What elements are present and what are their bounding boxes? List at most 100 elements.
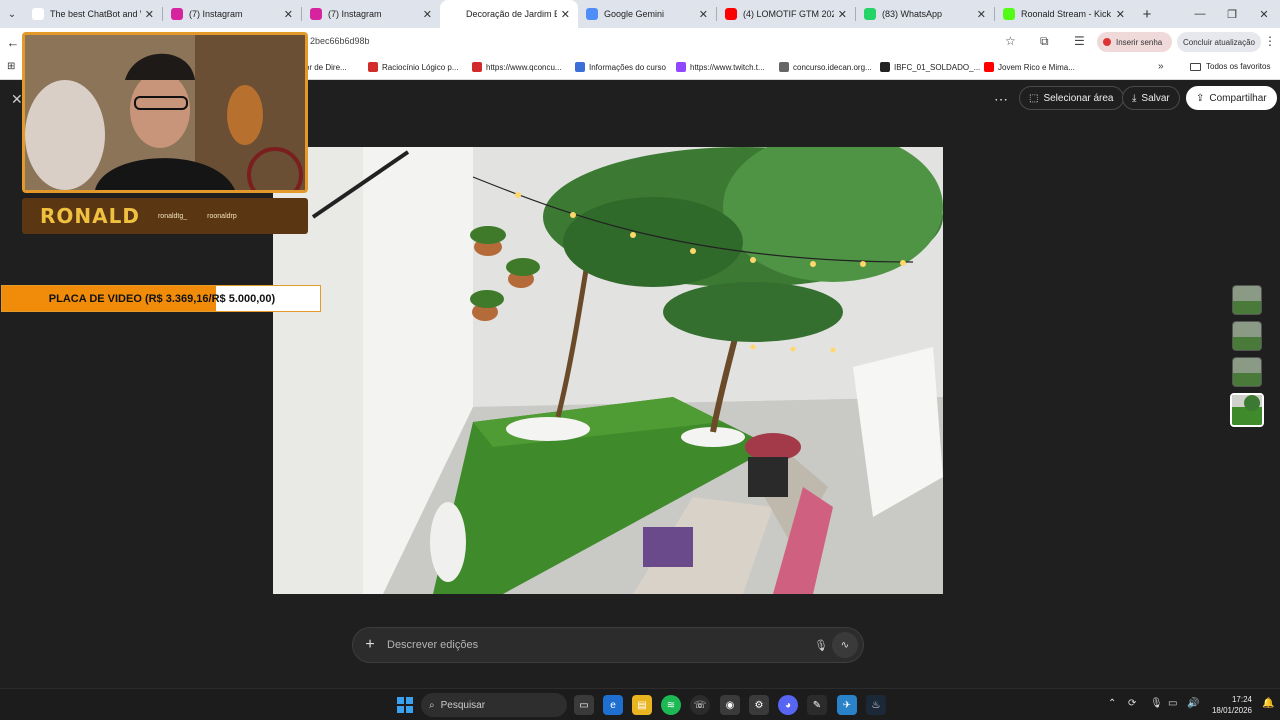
file-explorer-icon[interactable]: ▤ (632, 695, 652, 715)
more-options-icon[interactable]: ⋯ (994, 91, 1008, 108)
tab-close-icon[interactable]: ✕ (699, 8, 708, 21)
address-url[interactable]: 2bec66b6d98b (310, 36, 370, 46)
browser-tab[interactable]: (4) LOMOTIF GTM 2025 2 ✕ (717, 0, 855, 28)
extensions-icon[interactable]: ⧉ (1040, 34, 1049, 49)
bookmark-item[interactable]: https://www.twitch.t... (676, 62, 765, 72)
reading-list-icon[interactable]: ☰ (1074, 34, 1085, 48)
tab-close-icon[interactable]: ✕ (284, 8, 293, 21)
browser-tab[interactable]: Decoração de Jardim Eleg ✕ (440, 0, 578, 28)
windows-start-icon[interactable] (397, 697, 413, 713)
task-view-icon[interactable]: ▭ (574, 695, 594, 715)
bookmark-item[interactable]: IBFC_01_SOLDADO_... (880, 62, 980, 72)
donation-goal-bar: PLACA DE VIDEO (R$ 3.369,16/R$ 5.000,00) (1, 285, 321, 312)
add-icon[interactable]: + (353, 636, 387, 654)
thumbnail-1[interactable] (1232, 285, 1262, 315)
all-favorites-folder[interactable]: Todos os favoritos (1190, 62, 1270, 71)
system-clock[interactable]: 17:24 18/01/2026 (1208, 694, 1252, 716)
tab-title: Google Gemini (604, 9, 665, 19)
tab-close-icon[interactable]: ✕ (838, 8, 847, 21)
microphone-icon[interactable]: 🎙 (810, 639, 832, 652)
bookmark-item[interactable]: concurso.idecan.org... (779, 62, 872, 72)
close-window-icon[interactable]: ✕ (1248, 0, 1280, 28)
whatsapp-taskbar-icon[interactable]: ☏ (690, 695, 710, 715)
browser-tab[interactable]: (7) Instagram ✕ (302, 0, 440, 28)
sync-icon[interactable]: ⟳ (1128, 698, 1136, 709)
settings-gear-icon[interactable]: ⚙ (749, 695, 769, 715)
tab-close-icon[interactable]: ✕ (1116, 8, 1125, 21)
webcam-feed-illustration (25, 35, 305, 190)
tab-close-icon[interactable]: ✕ (423, 8, 432, 21)
browser-tab[interactable]: (83) WhatsApp ✕ (856, 0, 994, 28)
tab-title: (83) WhatsApp (882, 9, 943, 19)
tab-close-icon[interactable]: ✕ (145, 8, 154, 21)
chrome-icon[interactable]: ◉ (720, 695, 740, 715)
tab-title: (7) Instagram (189, 9, 243, 19)
garden-photo-illustration (273, 147, 943, 594)
browser-tab[interactable]: Roonald Stream - Kick Da ✕ (995, 0, 1133, 28)
instagram-handle: ronaldtg_ (157, 212, 188, 220)
steam-icon[interactable]: ♨ (866, 695, 886, 715)
windows-taskbar: ⌕ Pesquisar ▭ e ▤ ≋ ☏ ◉ ⚙ ◕ ✎ ✈ ♨ ⌃ ⟳ 🎙 … (0, 688, 1280, 720)
edit-prompt-input[interactable]: Descrever edições (387, 639, 810, 651)
bookmark-item[interactable]: https://www.qconcu... (472, 62, 562, 72)
search-icon: ⌕ (429, 699, 435, 711)
bookmark-favicon-icon (984, 62, 994, 72)
password-pill[interactable]: Inserir senha (1097, 32, 1172, 52)
bookmark-favicon-icon (575, 62, 585, 72)
voice-wave-icon[interactable]: ∿ (832, 632, 858, 658)
bookmark-item[interactable]: Informações do curso (575, 62, 666, 72)
app-pen-icon[interactable]: ✎ (807, 695, 827, 715)
thumbnail-selected[interactable] (1230, 393, 1264, 427)
more-bookmarks-icon[interactable]: » (1158, 61, 1164, 72)
notification-bell-icon[interactable]: 🔔 (1262, 698, 1274, 709)
select-area-icon: ⬚ (1029, 92, 1039, 104)
edge-icon[interactable]: e (603, 695, 623, 715)
tab-title: The best ChatBot and Wi (50, 9, 141, 19)
browser-tab[interactable]: Google Gemini ✕ (578, 0, 716, 28)
tab-search-icon[interactable]: ⌄ (0, 0, 24, 28)
bookmark-item[interactable]: Raciocínio Lógico p... (368, 62, 459, 72)
close-icon[interactable]: ✕ (11, 91, 23, 108)
version-thumbnails (1230, 285, 1264, 433)
minimize-icon[interactable]: — (1184, 0, 1216, 28)
bookmark-item[interactable]: Jovem Rico e Mima... (984, 62, 1075, 72)
bookmark-favicon-icon (676, 62, 686, 72)
app-blue-icon[interactable]: ✈ (837, 695, 857, 715)
instagram-icon (310, 8, 322, 20)
update-button[interactable]: Concluir atualização (1177, 32, 1261, 52)
thumbnail-3[interactable] (1232, 357, 1262, 387)
garden-photo[interactable] (273, 147, 943, 594)
bookmark-favicon-icon (368, 62, 378, 72)
tab-close-icon[interactable]: ✕ (977, 8, 986, 21)
taskbar-search-label: Pesquisar (440, 699, 486, 711)
spotify-icon[interactable]: ≋ (661, 695, 681, 715)
mic-tray-icon[interactable]: 🎙 (1150, 698, 1163, 709)
tray-overflow-icon[interactable]: ⌃ (1108, 698, 1116, 709)
tab-close-icon[interactable]: ✕ (561, 8, 570, 21)
donation-goal-text: PLACA DE VIDEO (R$ 3.369,16/R$ 5.000,00) (48, 292, 276, 305)
browser-menu-icon[interactable]: ⋮ (1264, 34, 1276, 48)
browser-tab[interactable]: (7) Instagram ✕ (163, 0, 301, 28)
select-area-label: Selecionar área (1043, 92, 1114, 104)
bookmark-label: concurso.idecan.org... (793, 62, 872, 72)
save-button[interactable]: ⤓ Salvar (1122, 86, 1180, 110)
restore-icon[interactable]: ❐ (1216, 0, 1248, 28)
thumbnail-2[interactable] (1232, 321, 1262, 351)
folder-icon (1190, 62, 1201, 71)
bookmark-favicon-icon (472, 62, 482, 72)
discord-icon[interactable]: ◕ (778, 695, 798, 715)
kick-icon (1003, 8, 1015, 20)
all-favorites-label: Todos os favoritos (1206, 62, 1271, 71)
select-area-button[interactable]: ⬚ Selecionar área (1019, 86, 1124, 110)
network-icon[interactable]: ▭ (1168, 698, 1177, 709)
volume-icon[interactable]: 🔊 (1187, 698, 1199, 709)
taskbar-search[interactable]: ⌕ Pesquisar (421, 693, 567, 717)
bookmark-label: IBFC_01_SOLDADO_... (894, 62, 981, 72)
bookmark-star-icon[interactable]: ☆ (1005, 34, 1016, 48)
apps-grid-icon[interactable]: ⊞ (7, 61, 15, 72)
browser-tab[interactable]: The best ChatBot and Wi ✕ (24, 0, 162, 28)
share-button[interactable]: ⇪ Compartilhar (1186, 86, 1277, 110)
gemini-icon (586, 8, 598, 20)
new-tab-button[interactable]: + (1133, 0, 1161, 28)
youtube-icon (725, 8, 737, 20)
